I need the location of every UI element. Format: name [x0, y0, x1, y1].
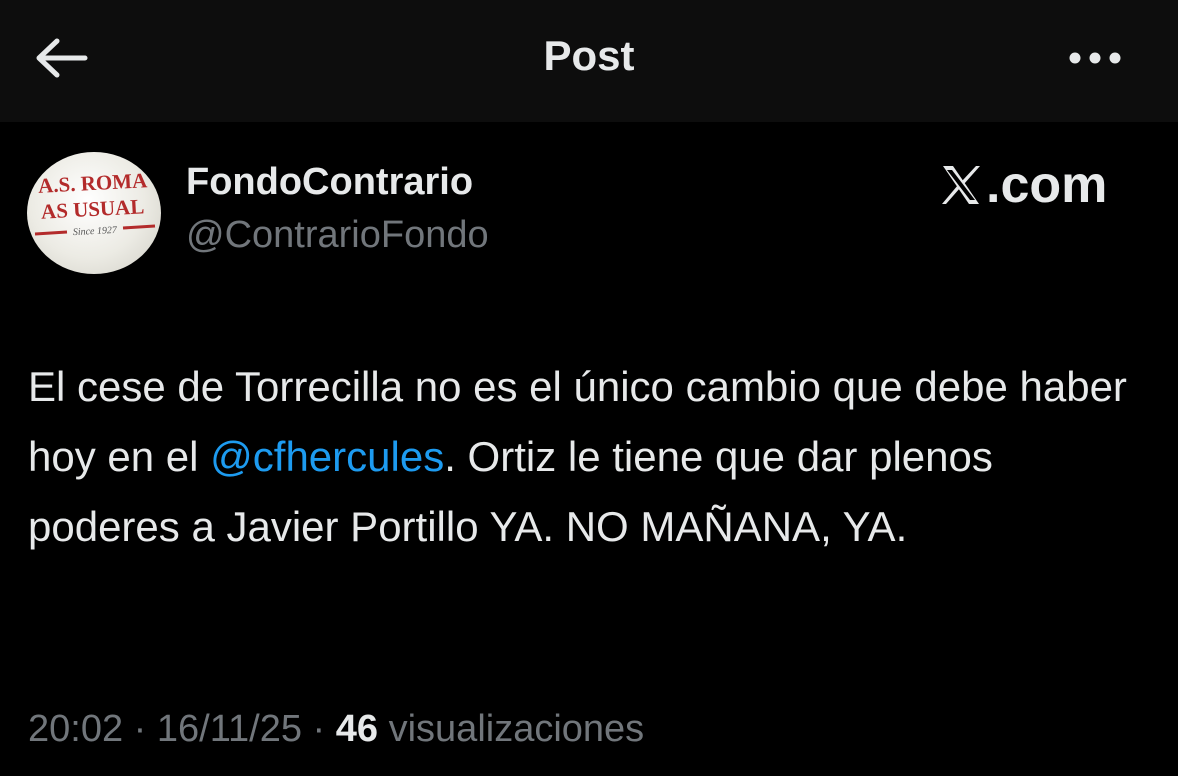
avatar-badge-image: A.S. ROMA AS USUAL Since 1927	[34, 168, 156, 238]
more-horizontal-icon	[1069, 52, 1121, 64]
post-date[interactable]: 16/11/25	[157, 708, 302, 750]
avatar-line3: Since 1927	[73, 225, 119, 238]
more-options-button[interactable]	[1062, 40, 1128, 76]
avatar-line1: A.S. ROMA	[38, 168, 149, 198]
avatar-line2: AS USUAL	[40, 194, 144, 223]
post-time[interactable]: 20:02	[28, 708, 123, 750]
meta-separator: ·	[301, 708, 336, 750]
source-badge: .com	[938, 154, 1107, 216]
mention-link[interactable]: @cfhercules	[210, 433, 444, 480]
top-bar: Post	[0, 0, 1178, 122]
author-name[interactable]: FondoContrario	[186, 161, 473, 204]
views-label: visualizaciones	[378, 708, 645, 750]
avatar[interactable]: A.S. ROMA AS USUAL Since 1927	[27, 152, 161, 274]
meta-separator: ·	[123, 708, 157, 750]
x-logo-icon	[942, 166, 980, 204]
page-title: Post	[543, 32, 635, 79]
views-count[interactable]: 46	[336, 708, 378, 750]
author-handle[interactable]: @ContrarioFondo	[186, 214, 489, 257]
source-domain: .com	[986, 156, 1108, 214]
post-metadata: 20:02 · 16/11/25 · 46 visualizaciones	[28, 708, 644, 751]
tweet-text: El cese de Torrecilla no es el único cam…	[28, 352, 1148, 562]
